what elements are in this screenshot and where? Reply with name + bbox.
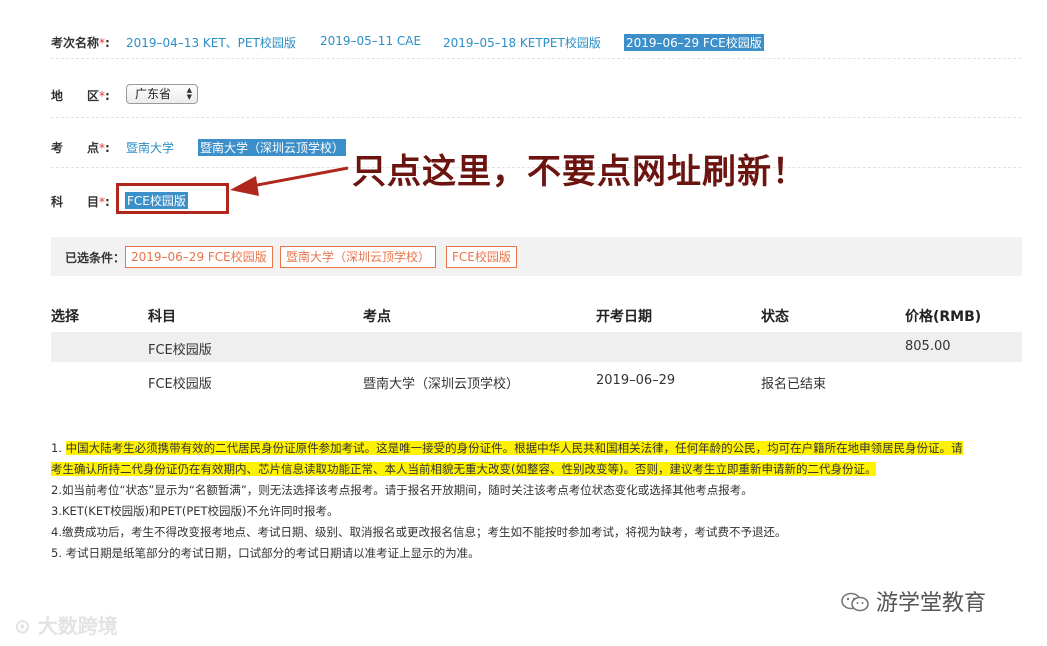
note-1-line-1: 1. 中国大陆考生必须携带有效的二代居民身份证原件参加考试。这是唯一接受的身份证… bbox=[51, 441, 963, 455]
column-header-select: 选择 bbox=[51, 309, 79, 325]
note-highlight: 中国大陆考生必须携带有效的二代居民身份证原件参加考试。这是唯一接受的身份证件。根… bbox=[65, 441, 963, 455]
note-4: 4.缴费成功后，考生不得改变报考地点、考试日期、级别、取消报名或更改报名信息；考… bbox=[51, 525, 787, 539]
column-header-price: 价格(RMB) bbox=[905, 309, 982, 325]
note-1-line-2: 考生确认所持二代身份证仍在有效期内、芯片信息读取功能正常、本人当前相貌无重大改变… bbox=[51, 459, 1011, 480]
watermark-left: ⊙ 大数跨境 bbox=[14, 614, 118, 638]
column-header-date: 开考日期 bbox=[596, 309, 652, 325]
annotation-text: 只点这里，不要点网址刷新！ bbox=[352, 152, 807, 192]
note-highlight: 考生确认所持二代身份证仍在有效期内、芯片信息读取功能正常、本人当前相貌无重大改变… bbox=[51, 462, 877, 476]
note-5: 5. 考试日期是纸笔部分的考试日期，口试部分的考试日期请以准考证上显示的为准。 bbox=[51, 546, 480, 560]
column-header-status: 状态 bbox=[761, 309, 789, 325]
notes-section: 1. 中国大陆考生必须携带有效的二代居民身份证原件参加考试。这是唯一接受的身份证… bbox=[51, 438, 1011, 564]
filter-chip-exam[interactable]: 2019–06–29 FCE校园版 bbox=[125, 246, 273, 268]
table-row[interactable]: FCE校园版 暨南大学（深圳云顶学校） 2019–06–29 报名已结束 bbox=[51, 366, 1022, 396]
cell-date: 2019–06–29 bbox=[596, 373, 676, 388]
cell-subject: FCE校园版 bbox=[148, 377, 212, 392]
filter-chip-subject[interactable]: FCE校园版 bbox=[446, 246, 517, 268]
cell-venue: 暨南大学（深圳云顶学校） bbox=[363, 377, 520, 392]
column-header-venue: 考点 bbox=[363, 309, 391, 325]
table-row[interactable]: FCE校园版 805.00 bbox=[51, 332, 1022, 362]
note-2: 2.如当前考位“状态”显示为“名额暂满”，则无法选择该考点报考。请于报名开放期间… bbox=[51, 483, 753, 497]
watermark-right-text: 游学堂教育 bbox=[876, 591, 987, 616]
cell-subject: FCE校园版 bbox=[148, 343, 212, 358]
watermark-left-text: 大数跨境 bbox=[37, 614, 118, 638]
watermark-right: 游学堂教育 bbox=[840, 585, 986, 617]
cell-status: 报名已结束 bbox=[761, 377, 827, 392]
column-header-subject: 科目 bbox=[148, 309, 176, 325]
cell-price: 805.00 bbox=[905, 339, 951, 354]
selected-filters-label: 已选条件： bbox=[65, 251, 126, 265]
filter-chip-venue[interactable]: 暨南大学（深圳云顶学校） bbox=[280, 246, 437, 268]
selected-filters-bar: 已选条件： 2019–06–29 FCE校园版 暨南大学（深圳云顶学校） FCE… bbox=[51, 237, 1022, 276]
wechat-icon bbox=[841, 592, 869, 612]
note-3: 3.KET(KET校园版)和PET(PET校园版)不允许同时报考。 bbox=[51, 504, 339, 518]
